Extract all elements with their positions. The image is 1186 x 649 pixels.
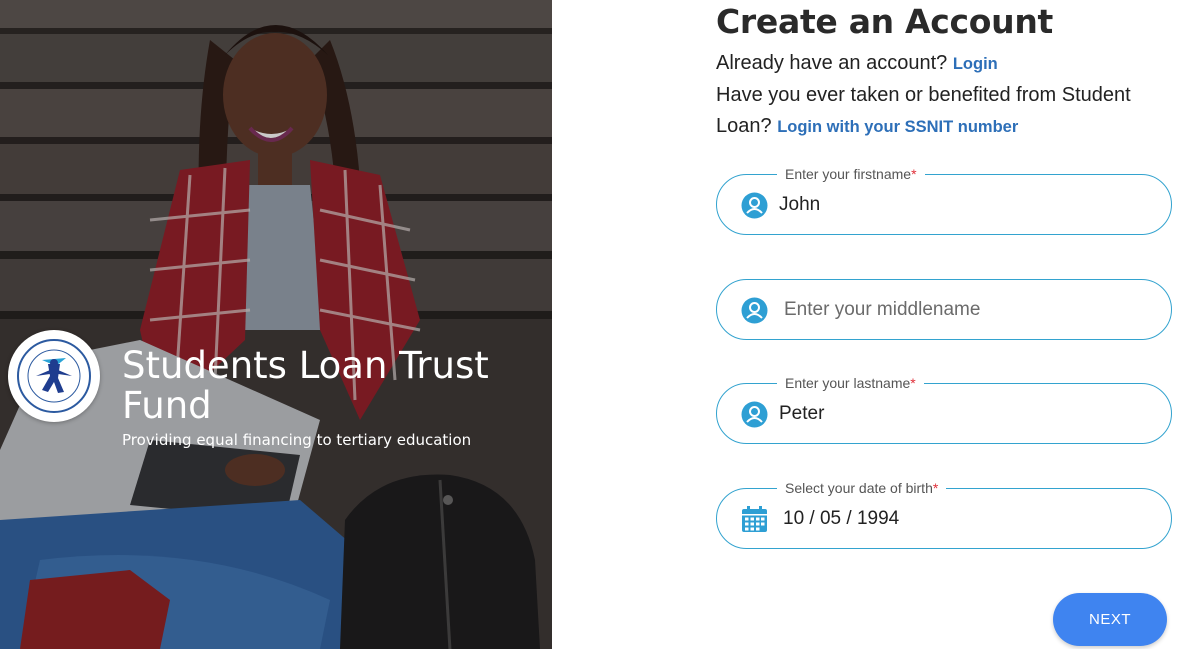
ssnit-login-link[interactable]: Login with your SSNIT number [777,118,1018,136]
calendar-icon[interactable] [741,506,768,533]
dob-field[interactable]: Select your date of birth* [716,479,1172,549]
lastname-field[interactable]: Enter your lastname* [716,374,1172,444]
have-account-text: Already have an account? [716,52,948,74]
logo-graphic [17,339,91,413]
ssnit-line: Have you ever taken or benefited from St… [716,80,1156,143]
firstname-input[interactable] [779,175,1159,234]
user-icon [741,192,768,219]
organization-tagline: Providing equal financing to tertiary ed… [122,431,472,449]
firstname-field[interactable]: Enter your firstname* [716,165,1172,235]
intro-text: Already have an account? Login Have you … [716,48,1156,143]
next-button[interactable]: NEXT [1053,593,1167,646]
organization-name: Students Loan Trust Fund [122,344,489,427]
user-icon [741,297,768,324]
middlename-input[interactable] [784,280,1164,339]
hero-dim-overlay [0,0,552,649]
user-icon [741,401,768,428]
hero-panel: Students Loan Trust Fund Providing equal… [0,0,552,649]
dob-input[interactable] [783,489,1163,548]
have-account-line: Already have an account? Login [716,48,1156,80]
lastname-input[interactable] [779,384,1159,443]
page-title: Create an Account [716,2,1054,41]
slt-logo-icon [8,330,100,422]
middlename-field[interactable] [716,279,1172,340]
login-link[interactable]: Login [953,55,998,73]
